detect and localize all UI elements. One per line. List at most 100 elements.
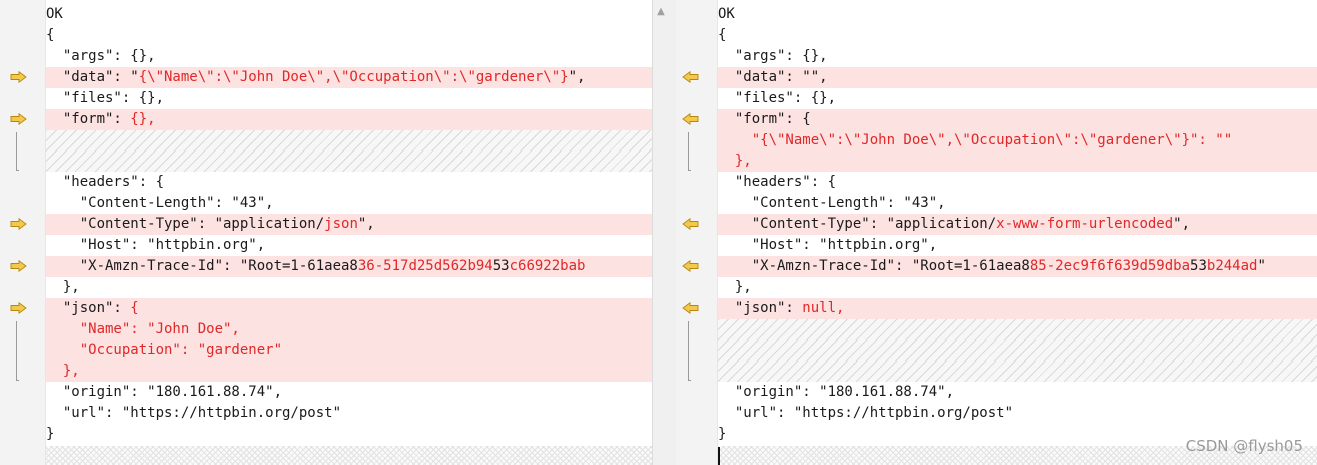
code-text: ", [357,216,375,232]
code-text: } [46,426,55,442]
code-text: OK [718,6,735,22]
watermark: CSDN @flysh05 [1185,437,1303,455]
arrow-left-icon[interactable] [682,217,699,231]
blank-placeholder-line[interactable] [46,151,652,172]
blank-placeholder-line[interactable] [718,319,1317,340]
code-text: "X-Amzn-Trace-Id": "Root=1-61aea8 [718,258,1030,274]
code-line[interactable]: "Host": "httpbin.org", [718,235,1317,256]
left-gutter [0,0,46,465]
code-line[interactable]: "Content-Type": "application/json", [46,214,652,235]
code-line[interactable]: "X-Amzn-Trace-Id": "Root=1-61aea885-2ec9… [718,256,1317,277]
code-line[interactable]: { [718,25,1317,46]
code-text: { [46,27,55,43]
code-text: "headers": { [718,174,837,190]
code-line[interactable]: "origin": "180.161.88.74", [718,382,1317,403]
code-line[interactable]: "headers": { [46,172,652,193]
code-text: }, [718,279,752,295]
code-line[interactable]: }, [718,151,1317,172]
code-line[interactable]: "{\"Name\":\"John Doe\",\"Occupation\":\… [718,130,1317,151]
diff-highlight-text: c66922bab [509,258,586,274]
code-line[interactable]: "X-Amzn-Trace-Id": "Root=1-61aea836-517d… [46,256,652,277]
right-text-area[interactable]: OK { "args": {}, "data": "", "files": {},… [718,4,1317,445]
code-text: "Content-Length": "43", [46,195,274,211]
code-text: "json": [718,300,803,316]
arrow-right-icon[interactable] [10,70,27,84]
code-text: }, [46,279,80,295]
code-text: "Content-Type": "application/ [718,216,997,232]
text-cursor [718,447,720,465]
code-line[interactable]: "files": {}, [46,88,652,109]
code-line[interactable]: "Host": "httpbin.org", [46,235,652,256]
diff-highlight-text: }, [718,153,752,169]
code-line[interactable]: "url": "https://httpbin.org/post" [718,403,1317,424]
code-line[interactable]: "args": {}, [46,46,652,67]
left-diff-pane[interactable]: OK { "args": {}, "data": "{\"Name\":\"Joh… [0,0,652,465]
arrow-left-icon[interactable] [682,70,699,84]
vertical-scrollbar[interactable] [655,24,669,444]
arrow-right-icon[interactable] [10,217,27,231]
diff-highlight-text: "{\"Name\":\"John Doe\",\"Occupation\":\… [718,132,1233,148]
code-line[interactable]: "origin": "180.161.88.74", [46,382,652,403]
code-text: "url": "https://httpbin.org/post" [46,405,342,421]
code-line[interactable]: } [46,424,652,445]
arrow-right-icon[interactable] [10,112,27,126]
code-line[interactable]: "Content-Length": "43", [718,193,1317,214]
code-line[interactable]: "data": "", [718,67,1317,88]
code-line[interactable]: "data": "{\"Name\":\"John Doe\",\"Occupa… [46,67,652,88]
code-text: "X-Amzn-Trace-Id": "Root=1-61aea8 [46,258,358,274]
code-line[interactable]: "headers": { [718,172,1317,193]
change-block-bracket [688,132,691,171]
code-text: ", [1173,216,1191,232]
code-line[interactable]: "Content-Type": "application/x-www-form-… [718,214,1317,235]
code-line[interactable]: "files": {}, [718,88,1317,109]
diff-highlight-text: x-www-form-urlencoded [996,216,1174,232]
code-line[interactable]: "url": "https://httpbin.org/post" [46,403,652,424]
code-line[interactable]: "json": { [46,298,652,319]
diff-highlight-text: { [130,300,139,316]
right-diff-pane[interactable]: OK { "args": {}, "data": "", "files": {},… [676,0,1317,465]
code-line[interactable]: { [46,25,652,46]
code-line[interactable]: "Occupation": "gardener" [46,340,652,361]
code-text: "Host": "httpbin.org", [46,237,266,253]
arrow-right-icon[interactable] [10,301,27,315]
arrow-left-icon[interactable] [682,259,699,273]
code-text: "form": { [718,111,811,127]
code-text: "origin": "180.161.88.74", [718,384,955,400]
blank-placeholder-line[interactable] [46,130,652,151]
code-text: } [718,426,727,442]
code-line[interactable]: OK [46,4,652,25]
code-text: "args": {}, [46,48,156,64]
scroll-up-icon[interactable]: ▲ [653,4,669,20]
change-block-bracket [16,321,19,381]
code-line[interactable]: }, [718,277,1317,298]
code-line[interactable]: }, [46,277,652,298]
change-block-bracket [688,321,691,381]
blank-placeholder-line[interactable] [718,361,1317,382]
code-text: "json": [46,300,131,316]
code-text: "args": {}, [718,48,828,64]
code-line[interactable]: "json": null, [718,298,1317,319]
arrow-left-icon[interactable] [682,112,699,126]
code-text: "origin": "180.161.88.74", [46,384,283,400]
code-line[interactable]: "form": {}, [46,109,652,130]
code-text: "files": {}, [718,90,837,106]
code-line[interactable]: "args": {}, [718,46,1317,67]
arrow-right-icon[interactable] [10,259,27,273]
code-text: "files": {}, [46,90,165,106]
code-line[interactable]: "Name": "John Doe", [46,319,652,340]
code-line[interactable]: }, [46,361,652,382]
code-line[interactable]: "Content-Length": "43", [46,193,652,214]
code-text: { [718,27,727,43]
arrow-left-icon[interactable] [682,301,699,315]
left-text-area[interactable]: OK { "args": {}, "data": "{\"Name\":\"Joh… [46,4,652,445]
diff-highlight-text: null, [802,300,845,316]
code-line[interactable]: "form": { [718,109,1317,130]
code-text: OK [46,6,63,22]
code-text: "headers": { [46,174,165,190]
diff-highlight-text: "Name": "John Doe", [46,321,240,337]
blank-placeholder-line[interactable] [718,340,1317,361]
left-empty-area [46,446,652,465]
diff-highlight-text: 36-517d25d562b94 [357,258,493,274]
code-line[interactable]: OK [718,4,1317,25]
diff-highlight-text: 85-2ec9f6f639d59dba [1029,258,1191,274]
